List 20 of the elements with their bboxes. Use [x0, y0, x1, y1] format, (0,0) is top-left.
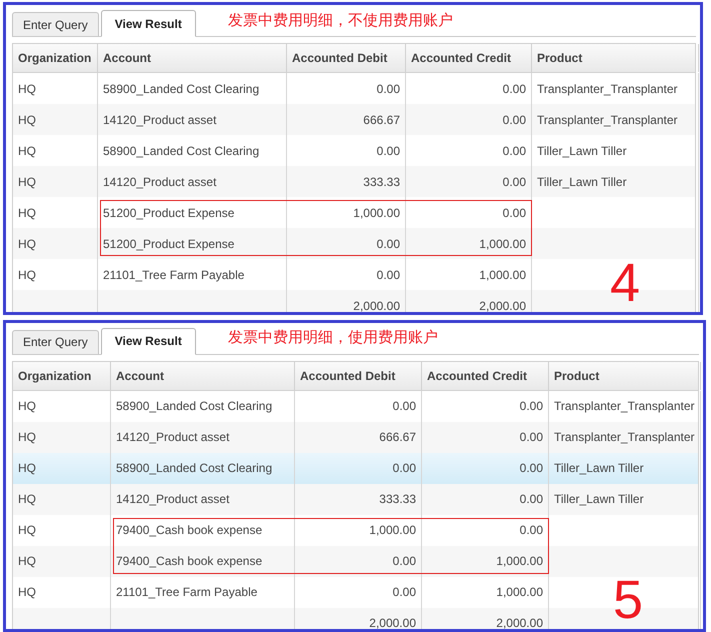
credit-cell[interactable]: 2,000.00 — [422, 608, 549, 629]
column-header[interactable]: Accounted Credit — [422, 362, 549, 390]
column-header[interactable]: Accounted Debit — [287, 44, 406, 72]
column-header[interactable]: Organization — [13, 44, 98, 72]
column-header[interactable]: Account — [111, 362, 295, 390]
tab[interactable]: View Result — [100, 328, 196, 354]
column-header[interactable]: Organization — [13, 362, 111, 390]
annotation-text: 发票中费用明细，使用费用账户 — [228, 327, 438, 348]
column-header[interactable]: Product — [549, 362, 701, 390]
debit-cell[interactable]: 2,000.00 — [295, 608, 422, 629]
tab[interactable]: Enter Query — [12, 330, 99, 354]
step-number: 4 — [610, 256, 640, 310]
column-header[interactable]: Account — [98, 44, 287, 72]
column-header[interactable]: Accounted Debit — [295, 362, 422, 390]
tab[interactable]: Enter Query — [12, 12, 99, 36]
annotation-text: 发票中费用明细，不使用费用账户 — [228, 10, 453, 30]
tab[interactable]: View Result — [100, 10, 196, 37]
column-header[interactable]: Accounted Credit — [406, 44, 532, 72]
column-header[interactable]: Product — [532, 44, 699, 72]
step-number: 5 — [612, 573, 643, 627]
